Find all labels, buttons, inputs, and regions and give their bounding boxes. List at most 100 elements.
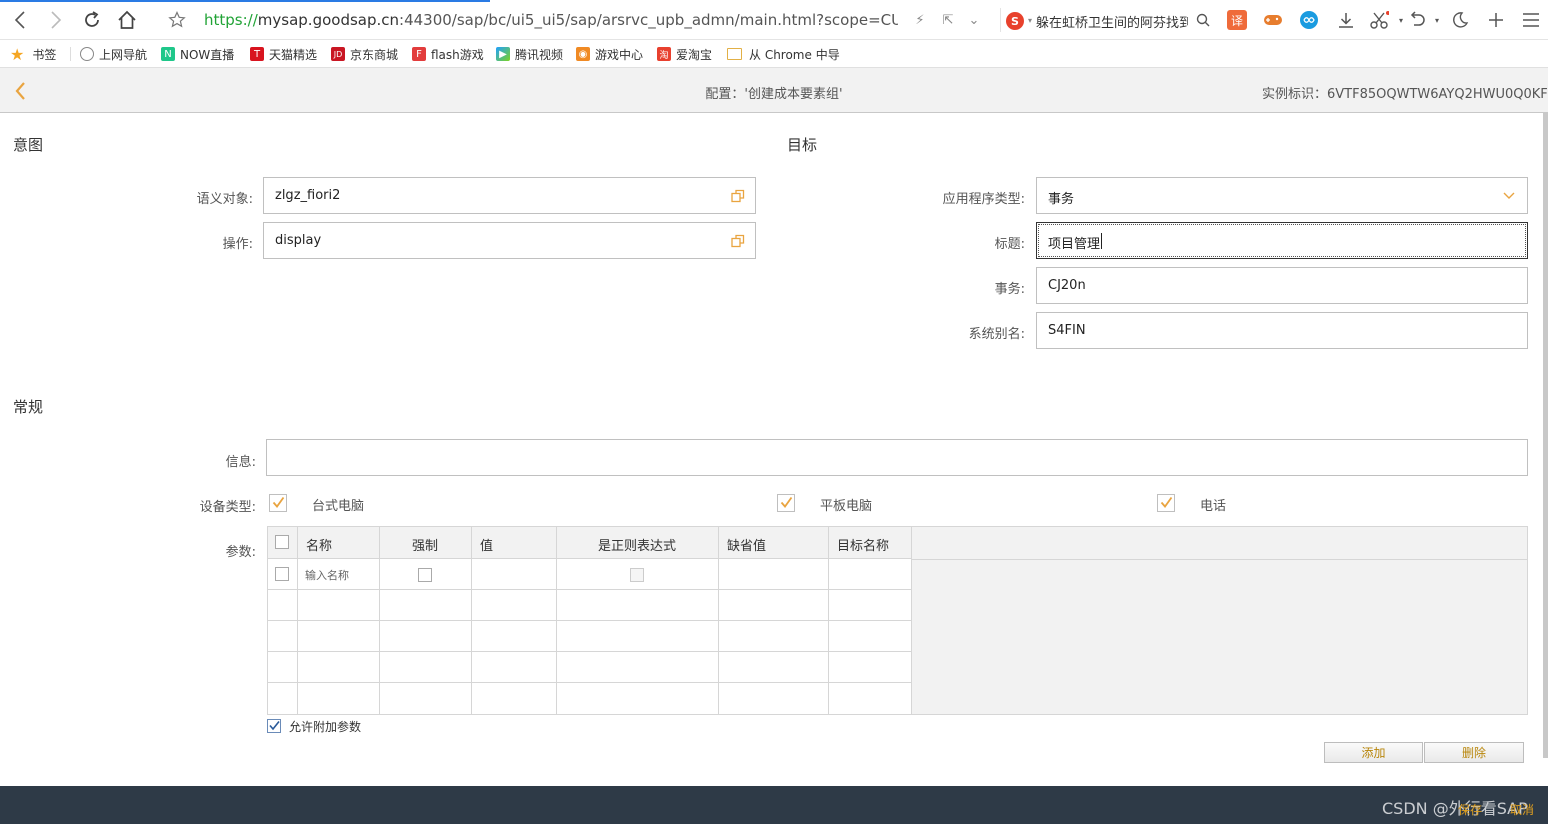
empty-cell	[557, 652, 719, 683]
semantic-object-field[interactable]: zlgz_fiori2	[263, 177, 756, 214]
bookmark-item-bookmarks[interactable]: ★ 书签	[10, 45, 56, 64]
app-type-select[interactable]: 事务	[1036, 177, 1528, 214]
app-footer	[0, 786, 1548, 824]
bookmark-item-aitaobao[interactable]: 淘爱淘宝	[657, 45, 712, 63]
search-input[interactable]: 躲在虹桥卫生间的阿芬找到	[1036, 12, 1188, 31]
add-button[interactable]: 添加	[1324, 742, 1423, 763]
empty-cell	[298, 621, 380, 652]
action-field[interactable]: display	[263, 222, 756, 259]
mandatory-cell	[380, 559, 472, 590]
game-controller-icon[interactable]	[1262, 9, 1284, 31]
instance-id: 实例标识：6VTF85OQWTW6AYQ2HWU0Q0KF4	[1262, 87, 1548, 102]
night-mode-icon[interactable]	[1449, 9, 1471, 31]
phone-checkbox[interactable]	[1157, 494, 1175, 512]
new-tab-icon[interactable]	[1485, 9, 1507, 31]
transaction-value: CJ20n	[1048, 278, 1086, 293]
general-section-title: 常规	[13, 398, 44, 416]
empty-cell	[472, 683, 557, 714]
search-icon[interactable]	[1195, 12, 1211, 28]
app-header: 配置：'创建成本要素组' 实例标识：6VTF85OQWTW6AYQ2HWU0Q0…	[0, 68, 1548, 113]
checkmark-icon	[269, 721, 280, 731]
title-value: 项目管理	[1048, 237, 1101, 252]
empty-cell	[829, 590, 912, 621]
bookmark-item-tencent-video[interactable]: ▶ 腾讯视频	[496, 45, 563, 63]
globe-icon	[80, 47, 94, 61]
bookmark-star-icon[interactable]	[165, 8, 189, 32]
url-scheme: https://	[204, 11, 258, 29]
chevron-down-icon[interactable]	[1503, 192, 1515, 200]
browser-toolbar: https://mysap.goodsap.cn:44300/sap/bc/ui…	[0, 0, 1548, 40]
bookmark-item-nav[interactable]: 上网导航	[80, 45, 147, 63]
target-name-input[interactable]	[829, 559, 912, 590]
checkmark-icon	[1160, 496, 1173, 508]
system-alias-field[interactable]: S4FIN	[1036, 312, 1528, 349]
empty-cell	[268, 652, 298, 683]
bookmark-item-game-center[interactable]: ◉ 游戏中心	[576, 45, 643, 63]
forward-icon[interactable]	[44, 8, 68, 32]
checkmark-icon	[272, 496, 285, 508]
undo-dropdown-icon[interactable]: ▾	[1426, 9, 1448, 31]
column-header-is-regex[interactable]: 是正则表达式	[557, 527, 719, 559]
value-help-icon[interactable]	[731, 234, 745, 248]
system-alias-value: S4FIN	[1048, 323, 1086, 338]
bookmarks-bar: ★ 书签 上网导航 N NOW直播 T 天猫精选 JD 京东商城 Fflash游戏 ▶ 腾…	[0, 40, 1548, 68]
tablet-checkbox[interactable]	[777, 494, 795, 512]
cut-tool-icon[interactable]	[1368, 9, 1390, 31]
semantic-object-value: zlgz_fiori2	[275, 188, 341, 203]
lightning-icon[interactable]: ⚡	[912, 12, 928, 28]
column-header-name[interactable]: 名称	[298, 527, 380, 559]
action-label: 操作:	[222, 237, 253, 252]
row-select-cell	[268, 559, 298, 590]
share-icon[interactable]: ⇱	[940, 12, 956, 28]
url-host: mysap.goodsap.cn	[257, 11, 400, 29]
row-select-checkbox[interactable]	[275, 567, 289, 581]
aitaobao-icon: 淘	[657, 47, 671, 61]
text-cursor	[1101, 233, 1102, 249]
table-divider	[912, 559, 1527, 560]
bookmark-item-jd[interactable]: JD 京东商城	[331, 45, 398, 63]
desktop-checkbox[interactable]	[269, 494, 287, 512]
allow-additional-params-checkbox[interactable]	[267, 719, 281, 733]
default-value-input[interactable]	[719, 559, 829, 590]
chevron-down-icon[interactable]: ⌄	[966, 12, 982, 28]
checkmark-icon	[780, 496, 793, 508]
game-center-icon: ◉	[576, 47, 590, 61]
delete-button[interactable]: 删除	[1424, 742, 1524, 763]
value-help-icon[interactable]	[731, 189, 745, 203]
address-bar[interactable]: https://mysap.goodsap.cn:44300/sap/bc/ui…	[204, 11, 898, 29]
name-input[interactable]: 输入名称	[298, 559, 380, 590]
menu-icon[interactable]	[1520, 9, 1542, 31]
translate-icon[interactable]: 译	[1227, 10, 1247, 30]
bookmark-item-chrome-import[interactable]: 从 Chrome 中导	[727, 45, 840, 63]
column-header-target-name[interactable]: 目标名称	[829, 527, 912, 559]
home-icon[interactable]	[115, 8, 139, 32]
undo-icon[interactable]	[1406, 9, 1428, 31]
tmall-icon: T	[250, 47, 264, 61]
title-field[interactable]: 项目管理	[1036, 222, 1528, 259]
back-icon[interactable]	[8, 8, 32, 32]
info-field[interactable]	[266, 439, 1528, 476]
empty-cell	[472, 590, 557, 621]
bookmark-item-tmall[interactable]: T 天猫精选	[250, 45, 317, 63]
column-header-mandatory[interactable]: 强制	[380, 527, 472, 559]
transaction-field[interactable]: CJ20n	[1036, 267, 1528, 304]
column-header-value[interactable]: 值	[472, 527, 557, 559]
empty-cell	[557, 683, 719, 714]
bookmark-item-now[interactable]: N NOW直播	[161, 45, 234, 63]
reload-icon[interactable]	[80, 8, 104, 32]
column-header-default[interactable]: 缺省值	[719, 527, 829, 559]
flash-game-icon: F	[412, 47, 426, 61]
save-button[interactable]: 保存	[1458, 801, 1482, 818]
value-input[interactable]	[472, 559, 557, 590]
empty-cell	[719, 621, 829, 652]
extension-icon[interactable]	[1298, 9, 1320, 31]
empty-cell	[719, 683, 829, 714]
mandatory-checkbox[interactable]	[418, 568, 432, 582]
bookmark-item-flash[interactable]: Fflash游戏	[412, 45, 484, 63]
select-all-checkbox[interactable]	[275, 535, 289, 549]
empty-cell	[472, 621, 557, 652]
vertical-scrollbar[interactable]	[1543, 113, 1548, 758]
cancel-button[interactable]: 取消	[1510, 801, 1534, 818]
download-icon[interactable]	[1335, 9, 1357, 31]
empty-cell	[557, 621, 719, 652]
